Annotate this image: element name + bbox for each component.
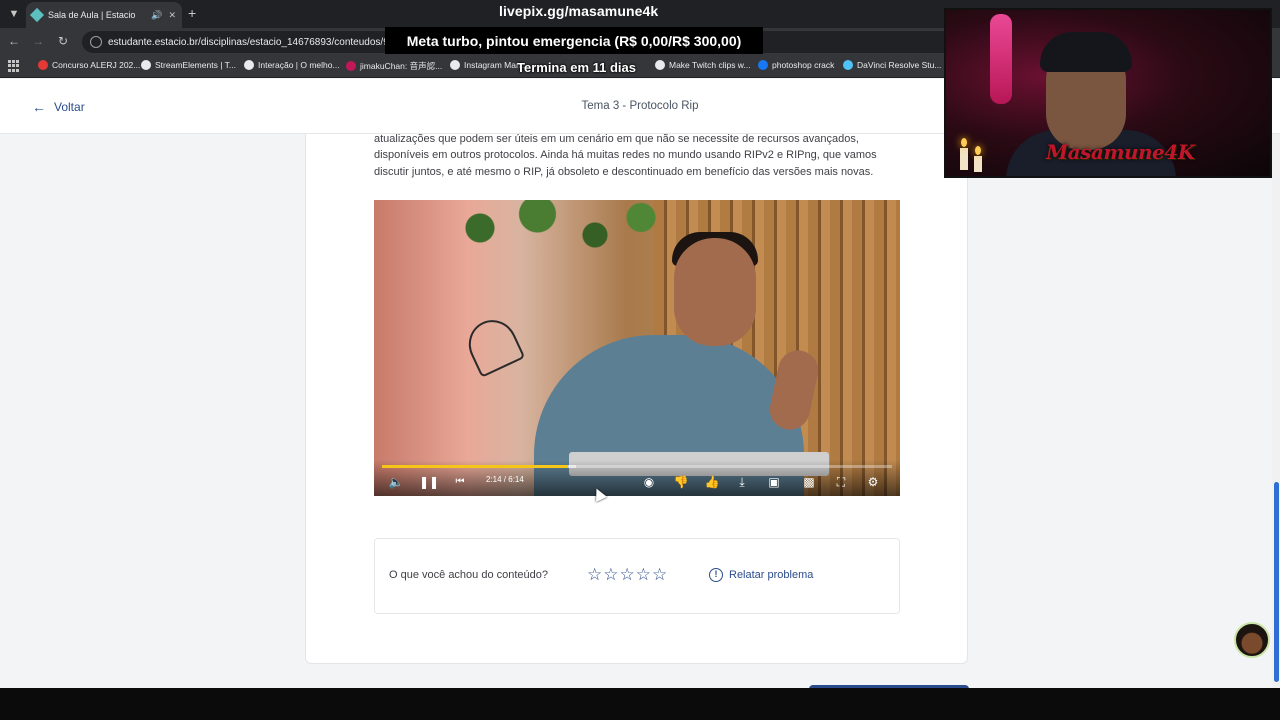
captions-off-icon[interactable]: ▩ [800,474,818,490]
site-info-icon[interactable] [90,36,102,48]
video-time: 2:14 / 6:14 [486,475,524,484]
jimakuchan-icon [346,61,356,71]
triangle-icon [655,60,665,70]
feedback-question: O que você achou do conteúdo? [389,569,549,581]
settings-gear-icon[interactable]: ⚙ [864,474,882,490]
webcam-candle [974,156,982,172]
webcam-pink-light [990,14,1012,104]
tab-title: Sala de Aula | Estacio [48,10,136,20]
bookmark-item[interactable]: photoshop crack [758,60,834,70]
lesson-paragraph: atualizações que podem ser úteis em um c… [374,133,877,178]
youtube-icon [38,60,48,70]
page-scrollbar-thumb[interactable] [1274,482,1279,682]
speed-icon[interactable]: ◉ [640,474,658,490]
like-icon[interactable]: 👍 [703,474,721,490]
video-frame-lamp [460,312,526,378]
dislike-icon[interactable]: 👎 [672,474,690,490]
video-frame-plant [434,200,664,270]
alert-circle-icon: ! [709,568,723,582]
volume-icon[interactable]: 🔈 [387,474,405,490]
bookmark-item[interactable]: jimakuChan: 音声認... [346,60,442,72]
video-player[interactable]: 🔈 ❚❚ ⏮ 2:14 / 6:14 ◉ 👎 👍 ⤓ ▣ ▩ ⛶ ⚙ [374,200,900,496]
davinci-icon [843,60,853,70]
picture-in-picture-icon[interactable]: ▣ [765,474,783,490]
star-icon[interactable]: ☆ [636,565,651,585]
new-tab-icon[interactable]: + [188,5,196,21]
webcam-candle [960,148,968,170]
video-progress-fill [382,465,568,468]
star-icon[interactable]: ☆ [620,565,635,585]
video-frame-presenter-head [674,238,756,346]
report-problem-button[interactable]: ! Relatar problema [709,568,813,582]
screen: ▼ Sala de Aula | Estacio 🔊 ✕ + ← → ↻ est… [0,0,1280,720]
back-arrow-icon[interactable]: ← [6,34,22,48]
stream-overlay-countdown: Termina em 11 dias [517,60,636,75]
webcam-candle-flame [961,138,967,147]
bookmark-item[interactable]: Interação | O melho... [244,60,340,70]
star-icon[interactable]: ☆ [652,565,667,585]
download-icon[interactable]: ⤓ [733,474,751,490]
bottom-black-bar [0,688,1280,720]
tab-search-chevron-icon[interactable]: ▼ [4,4,24,24]
browser-tab[interactable]: Sala de Aula | Estacio 🔊 ✕ [26,2,182,28]
video-progress-bar[interactable] [382,465,892,468]
estacio-favicon-icon [29,7,45,23]
forward-arrow-icon[interactable]: → [30,34,46,48]
streamer-webcam: Masamune4K [944,8,1272,178]
pause-icon[interactable]: ❚❚ [419,474,439,490]
star-icon[interactable]: ☆ [587,565,602,585]
reload-icon[interactable]: ↻ [55,34,71,48]
bookmark-item[interactable]: StreamElements | T... [141,60,236,70]
bookmark-item[interactable]: Make Twitch clips w... [655,60,751,70]
rating-stars: ☆ ☆ ☆ ☆ ☆ [587,565,667,585]
webcam-logo: Masamune4K [1046,140,1195,164]
facebook-icon [758,60,768,70]
star-icon[interactable]: ☆ [603,565,618,585]
stream-overlay-goal: Meta turbo, pintou emergencia (R$ 0,00/R… [385,27,763,54]
content-card: atualizações que podem ser úteis em um c… [305,133,968,664]
bookmark-item[interactable]: Concurso ALERJ 202... [38,60,140,70]
fullscreen-icon[interactable]: ⛶ [832,474,850,490]
report-label: Relatar problema [729,569,814,581]
close-tab-icon[interactable]: ✕ [168,10,176,21]
speaker-icon[interactable]: 🔊 [151,10,162,21]
diamond-icon [244,60,254,70]
feedback-box: O que você achou do conteúdo? ☆ ☆ ☆ ☆ ☆ ! Re… [374,538,900,614]
previous-icon[interactable]: ⏮ [451,474,469,490]
url-text: estudante.estacio.br/disciplinas/estacio… [108,36,411,48]
chat-assistant-avatar[interactable] [1234,622,1270,658]
bookmark-item[interactable]: DaVinci Resolve Stu... [843,60,941,70]
video-controls: 🔈 ❚❚ ⏮ 2:14 / 6:14 ◉ 👎 👍 ⤓ ▣ ▩ ⛶ ⚙ [374,460,900,496]
stream-overlay-url: livepix.gg/masamune4k [499,3,659,19]
apps-grid-icon[interactable] [8,60,20,72]
globe-icon [450,60,460,70]
anchor-icon [141,60,151,70]
webcam-candle-flame [975,146,981,155]
webcam-streamer-hair [1040,32,1132,72]
